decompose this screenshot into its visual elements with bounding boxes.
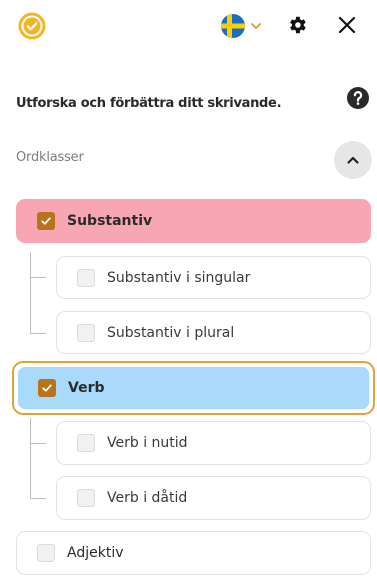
word-class-label: Substantiv — [67, 213, 153, 229]
checkbox-checked[interactable] — [38, 379, 56, 397]
collapse-button[interactable] — [334, 141, 372, 179]
checkbox-checked[interactable] — [37, 212, 55, 230]
app-logo — [18, 12, 46, 40]
word-class-substantiv-singular[interactable]: Substantiv i singular — [56, 256, 371, 299]
tree-tick — [30, 277, 46, 278]
word-class-label: Verb i nutid — [107, 435, 188, 451]
checkbox[interactable] — [37, 544, 55, 562]
word-class-substantiv-plural[interactable]: Substantiv i plural — [56, 311, 371, 354]
language-selector[interactable] — [220, 12, 266, 40]
word-class-label: Verb i dåtid — [107, 490, 188, 506]
word-class-verb-datid[interactable]: Verb i dåtid — [56, 476, 371, 520]
help-button[interactable] — [346, 86, 370, 110]
word-class-verb-nutid[interactable]: Verb i nutid — [56, 421, 371, 465]
word-class-adjektiv[interactable]: Adjektiv — [16, 531, 371, 575]
checkbox[interactable] — [77, 489, 95, 507]
word-class-verb-inner: Verb — [18, 367, 369, 409]
checkbox[interactable] — [77, 268, 95, 287]
check-icon — [42, 384, 52, 392]
word-class-label: Verb — [68, 380, 105, 396]
word-class-substantiv[interactable]: Substantiv — [16, 199, 371, 243]
tree-line-verb — [30, 418, 31, 498]
checkbox[interactable] — [77, 323, 95, 342]
word-class-label: Substantiv i plural — [107, 324, 235, 341]
tree-tick — [30, 443, 46, 444]
question-icon — [347, 87, 369, 109]
chevron-down-icon — [251, 23, 261, 29]
section-title: Ordklasser — [16, 150, 84, 165]
check-badge-icon — [18, 12, 46, 40]
tagline: Utforska och förbättra ditt skrivande. — [16, 96, 282, 111]
settings-button[interactable] — [286, 14, 310, 38]
close-icon — [338, 16, 356, 34]
sweden-flag-icon — [221, 14, 245, 38]
word-class-label: Adjektiv — [67, 545, 124, 561]
word-class-label: Substantiv i singular — [107, 269, 251, 286]
tree-tick — [30, 333, 46, 334]
gear-icon — [290, 16, 306, 34]
check-icon — [41, 217, 51, 225]
close-button[interactable] — [336, 14, 360, 38]
tree-tick — [30, 498, 46, 499]
checkbox[interactable] — [77, 434, 95, 452]
tree-line-substantiv — [30, 252, 31, 334]
word-class-verb[interactable]: Verb — [12, 361, 375, 415]
chevron-up-icon — [347, 156, 359, 164]
